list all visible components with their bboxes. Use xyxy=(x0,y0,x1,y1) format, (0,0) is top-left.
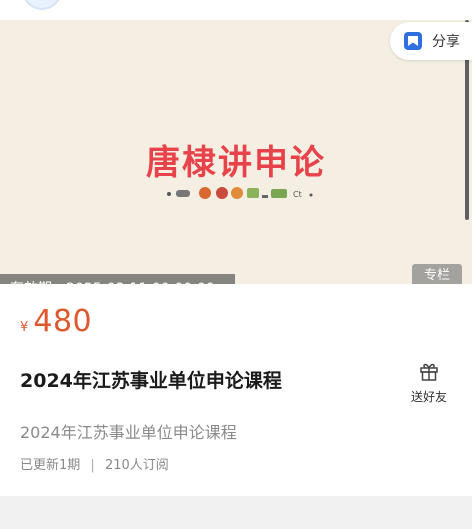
column-badge: 专栏 xyxy=(412,264,462,284)
course-banner: 唐棣讲申论 Ct 有效期：2025-03-11 00:00:00 专栏 xyxy=(0,20,472,284)
gift-label: 送好友 xyxy=(410,390,447,404)
gift-to-friend-button[interactable]: 送好友 xyxy=(404,360,454,405)
avatar[interactable] xyxy=(22,0,62,10)
course-info-card: ¥ 480 2024年江苏事业单位申论课程 送好友 2024年江苏事业单位申论课… xyxy=(0,284,472,496)
course-logo-text: 唐棣讲申论 xyxy=(146,143,326,183)
svg-text:Ct: Ct xyxy=(293,190,302,199)
course-title: 2024年江苏事业单位申论课程 xyxy=(20,370,282,392)
price: ¥ 480 xyxy=(20,304,92,339)
validity-label: 有效期：2025-03-11 00:00:00 xyxy=(0,274,235,284)
price-value: 480 xyxy=(33,304,93,339)
gift-icon xyxy=(420,363,438,381)
update-count: 已更新1期 xyxy=(20,458,81,473)
share-button[interactable]: 分享 xyxy=(390,22,472,60)
share-label: 分享 xyxy=(432,34,460,50)
course-subtitle: 2024年江苏事业单位申论课程 xyxy=(20,423,237,442)
top-bar xyxy=(0,0,472,21)
price-currency: ¥ xyxy=(20,320,29,335)
bookmark-share-icon xyxy=(404,32,422,50)
section-divider xyxy=(0,496,472,529)
decoration-icons: Ct xyxy=(167,187,313,199)
course-meta: 已更新1期 | 210人订阅 xyxy=(20,454,169,473)
subscriber-count: 210人订阅 xyxy=(104,458,169,473)
meta-separator: | xyxy=(90,458,95,473)
